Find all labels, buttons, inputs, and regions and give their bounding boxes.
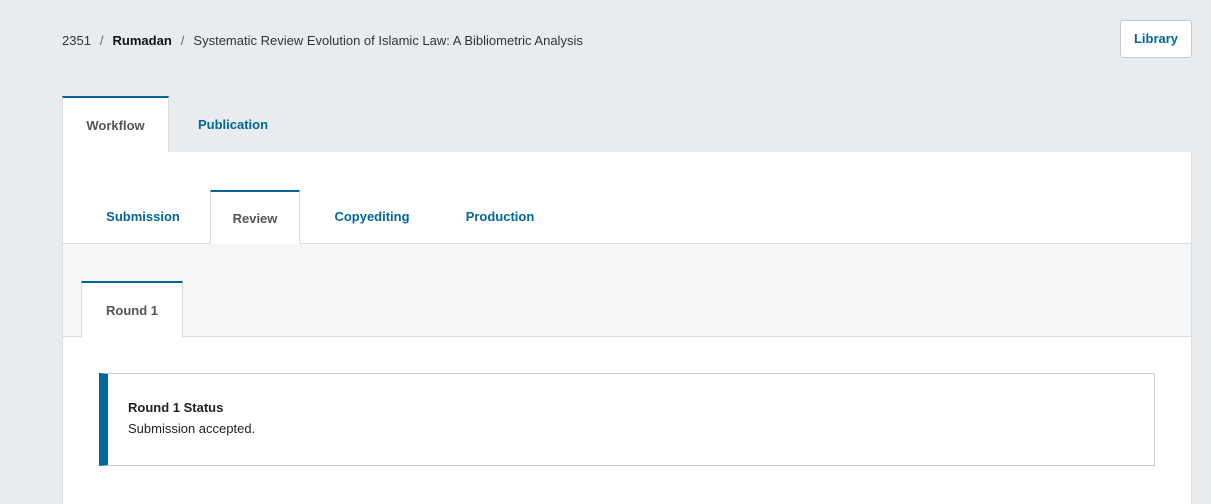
tab-submission[interactable]: Submission (86, 190, 200, 244)
breadcrumb-separator: / (99, 33, 104, 48)
round-status-notice: Round 1 Status Submission accepted. (99, 373, 1155, 466)
page-header: 2351 / Rumadan / Systematic Review Evolution… (0, 0, 1211, 80)
round-status-title: Round 1 Status (128, 400, 224, 415)
submission-id: 2351 (62, 33, 91, 48)
tab-workflow[interactable]: Workflow (62, 96, 169, 154)
breadcrumb: 2351 / Rumadan / Systematic Review Evolution… (62, 32, 583, 50)
tab-round-1[interactable]: Round 1 (81, 281, 183, 338)
tab-production[interactable]: Production (444, 190, 556, 244)
submission-title: Systematic Review Evolution of Islamic L… (193, 33, 583, 48)
tab-copyediting[interactable]: Copyediting (312, 190, 432, 244)
tab-publication[interactable]: Publication (178, 96, 288, 153)
submission-author: Rumadan (112, 33, 172, 48)
round-status-message: Submission accepted. (128, 421, 256, 436)
round-tabs-divider (63, 336, 1191, 337)
tab-review[interactable]: Review (210, 190, 300, 245)
library-button[interactable]: Library (1120, 20, 1192, 58)
breadcrumb-separator: / (180, 33, 185, 48)
review-round-tabs-area (63, 244, 1191, 336)
